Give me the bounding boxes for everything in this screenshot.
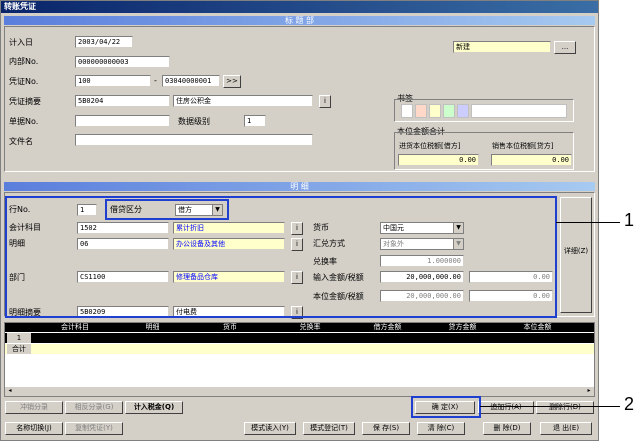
bookmark-swatches[interactable] <box>401 104 569 118</box>
entry-date-label: 计入日 <box>9 38 33 47</box>
voucher-no-separator: - <box>154 76 157 85</box>
template-save-button[interactable]: 模式登记(T) <box>303 422 355 435</box>
sales-tax-label: 销售本位税额[贷方] <box>492 142 554 150</box>
bookmark-panel <box>394 99 574 122</box>
callout-1-line <box>556 222 620 223</box>
header-section-title: 标 题 部 <box>4 16 595 25</box>
status-field: 新建 <box>453 41 551 53</box>
bookmark-swatch[interactable] <box>443 104 455 118</box>
bill-no-input[interactable] <box>75 115 170 127</box>
callout-1-label: 1 <box>624 210 635 230</box>
grid-col-credit: 贷方金额 <box>448 323 477 331</box>
grid-col-currency: 货币 <box>223 323 237 331</box>
input-tax-label: 进货本位税额[借方] <box>399 142 461 150</box>
detail-grid[interactable]: 会计科目 明细 货币 兑换率 借方金额 贷方金额 本位金额 1 合计 ◂ ▸ <box>4 322 595 397</box>
grid-header: 会计科目 明细 货币 兑换率 借方金额 贷方金额 本位金额 <box>5 323 594 332</box>
horizontal-scrollbar[interactable]: ◂ ▸ <box>5 386 594 396</box>
scroll-right-icon[interactable]: ▸ <box>584 387 594 396</box>
delete-row-button[interactable]: 删除行(D) <box>536 401 594 414</box>
bookmark-swatch[interactable] <box>415 104 427 118</box>
confirm-highlight <box>411 396 481 418</box>
summary-text-input[interactable]: 住房公积金 <box>173 95 313 107</box>
add-row-button[interactable]: 追加行(A) <box>478 401 534 414</box>
bookmark-swatch[interactable] <box>471 104 567 118</box>
calc-tax-button[interactable]: 计入税金(Q) <box>125 401 183 414</box>
callout-2-line <box>480 406 620 407</box>
grid-col-rate: 兑换率 <box>299 323 321 331</box>
window-title: 转账凭证 <box>1 1 598 13</box>
input-tax-total: 0.00 <box>398 154 479 166</box>
detail-highlight <box>5 196 557 318</box>
bill-no-label: 单据No. <box>9 117 39 126</box>
template-load-button[interactable]: 模式读入(Y) <box>244 422 296 435</box>
total-label: 合计 <box>7 344 31 354</box>
clear-button[interactable]: 清 除(C) <box>417 422 465 435</box>
data-level-input[interactable]: 1 <box>244 115 266 127</box>
bookmark-swatch[interactable] <box>429 104 441 118</box>
summary-info-button[interactable]: i <box>319 95 331 108</box>
offset-split-button[interactable]: 冲销分录 <box>5 401 63 414</box>
grid-col-debit: 借方金额 <box>373 323 402 331</box>
bookmark-swatch[interactable] <box>457 104 469 118</box>
dc-highlight <box>105 199 229 220</box>
bookmark-swatch[interactable] <box>401 104 413 118</box>
sales-tax-total: 0.00 <box>491 154 572 166</box>
summary-code-input[interactable]: 5B0204 <box>75 95 170 107</box>
voucher-no-label: 凭证No. <box>9 77 39 86</box>
save-button[interactable]: 保 存(S) <box>362 422 410 435</box>
voucher-no-input[interactable]: 100 <box>75 75 151 87</box>
voucher-no-2-input[interactable]: 03040000001 <box>162 75 220 87</box>
grid-col-account: 会计科目 <box>61 323 89 331</box>
summary-label: 凭证摘要 <box>9 97 41 106</box>
delete-button[interactable]: 删 除(D) <box>483 422 531 435</box>
internal-no-label: 内部No. <box>9 57 39 66</box>
counter-split-button[interactable]: 相反分录(G) <box>65 401 123 414</box>
entry-date-input[interactable]: 2003/04/22 <box>75 36 133 48</box>
grid-col-base: 本位金额 <box>523 323 552 331</box>
detail-section-title: 明 细 <box>4 182 595 191</box>
status-browse-button[interactable]: ... <box>554 41 576 54</box>
table-row[interactable]: 1 <box>5 333 594 343</box>
name-switch-button[interactable]: 名称切换(J) <box>5 422 63 435</box>
exit-button[interactable]: 退 出(E) <box>540 422 592 435</box>
file-name-input[interactable] <box>75 134 313 146</box>
detail-expand-button[interactable]: 详细(Z) <box>560 197 592 313</box>
internal-no-input[interactable]: 000000000003 <box>75 56 170 68</box>
voucher-next-button[interactable]: >> <box>223 75 241 88</box>
copy-voucher-button[interactable]: 复制凭证(Y) <box>65 422 123 435</box>
data-level-label: 数据级别 <box>178 117 210 126</box>
file-name-label: 文件名 <box>9 137 33 146</box>
total-row: 合计 <box>5 344 594 354</box>
scroll-left-icon[interactable]: ◂ <box>5 387 15 396</box>
row-number: 1 <box>7 333 31 343</box>
grid-col-sub: 明细 <box>145 323 160 331</box>
callout-2-label: 2 <box>624 394 635 414</box>
voucher-window: 转账凭证 标 题 部 计入日 2003/04/22 内部No. 00000000… <box>0 0 599 441</box>
